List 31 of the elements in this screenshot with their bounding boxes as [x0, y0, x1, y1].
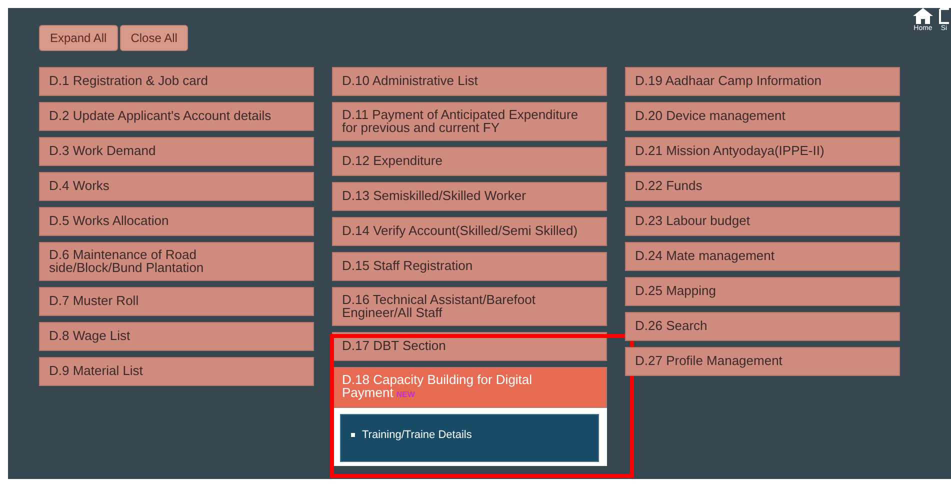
accordion-header[interactable]: D.18 Capacity Building for Digital Payment NEW [332, 367, 607, 408]
submenu-link[interactable]: Training/Traine Details [362, 429, 472, 441]
accordion-header[interactable]: D.1 Registration & Job card [39, 67, 314, 96]
accordion-header[interactable]: D.9 Material List [39, 357, 314, 386]
toolbar-button[interactable]: Close All [120, 25, 188, 51]
accordion-header[interactable]: D.27 Profile Management [625, 347, 900, 376]
accordion-header[interactable]: D.2 Update Applicant's Account details [39, 102, 314, 131]
accordion-header[interactable]: D.15 Staff Registration [332, 252, 607, 281]
new-label: NEW [396, 390, 415, 398]
accordion-header[interactable]: D.5 Works Allocation [39, 207, 314, 236]
accordion-header[interactable]: D.13 Semiskilled/Skilled Worker [332, 182, 607, 211]
accordion-header[interactable]: D.23 Labour budget [625, 207, 900, 236]
accordion-header[interactable]: D.25 Mapping [625, 277, 900, 306]
accordion-header[interactable]: D.21 Mission Antyodaya(IPPE-II) [625, 137, 900, 166]
accordion-header[interactable]: D.16 Technical Assistant/Barefoot Engineer/All Staff [332, 287, 607, 326]
accordion-header[interactable]: D.20 Device management [625, 102, 900, 131]
accordion-header[interactable]: D.11 Payment of Anticipated Expenditure for previous and current FY [332, 102, 607, 141]
accordion-header[interactable]: D.12 Expenditure [332, 147, 607, 176]
accordion-header[interactable]: D.8 Wage List [39, 322, 314, 351]
accordion-header[interactable]: D.3 Work Demand [39, 137, 314, 166]
accordion-header[interactable]: D.6 Maintenance of Road side/Block/Bund Plantation [39, 242, 314, 281]
accordion-header[interactable]: D.14 Verify Account(Skilled/Semi Skilled) [332, 217, 607, 246]
accordion-header[interactable]: D.10 Administrative List [332, 67, 607, 96]
accordion-header[interactable]: D.7 Muster Roll [39, 287, 314, 316]
accordion-header[interactable]: D.19 Aadhaar Camp Information [625, 67, 900, 96]
accordion-header[interactable]: D.24 Mate management [625, 242, 900, 271]
accordion-header[interactable]: D.22 Funds [625, 172, 900, 201]
accordion-header[interactable]: D.26 Search [625, 312, 900, 341]
toolbar-button[interactable]: Expand All [39, 25, 118, 51]
accordion-header[interactable]: D.4 Works [39, 172, 314, 201]
home-icon[interactable] [913, 8, 933, 24]
